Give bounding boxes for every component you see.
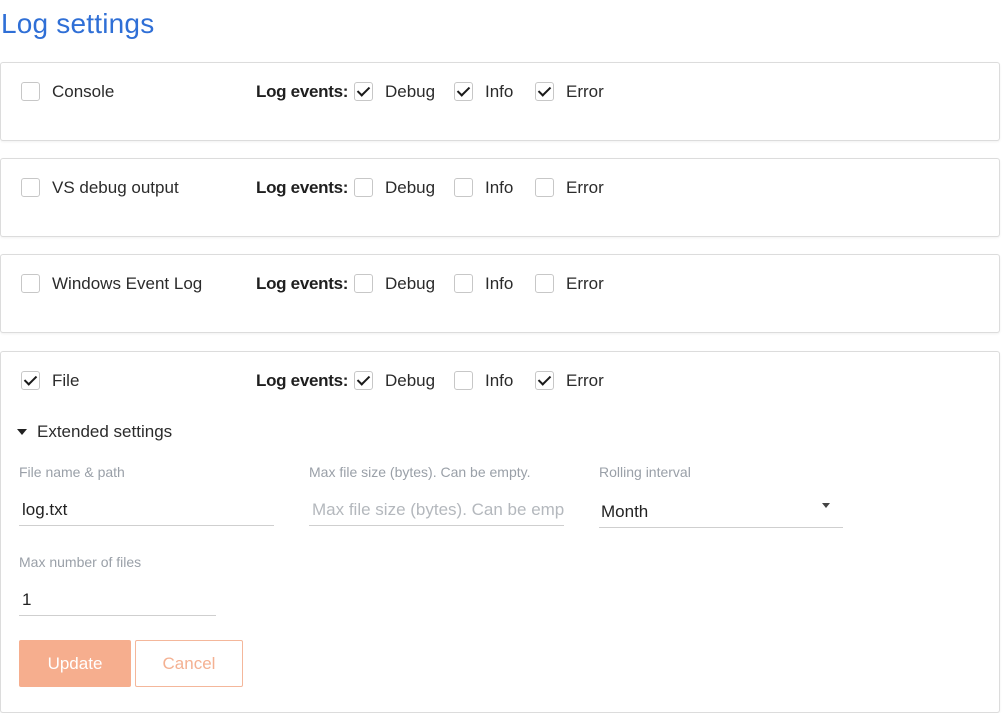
info-label: Info — [485, 82, 514, 101]
sink-row: Windows Event Log Log events: Debug Info… — [19, 272, 999, 296]
sink-row: Console Log events: Debug Info Error — [19, 80, 999, 104]
console-enabled-checkbox[interactable] — [21, 82, 40, 101]
max-file-size-input[interactable] — [309, 494, 564, 526]
vs-debug-info-checkbox[interactable] — [454, 178, 473, 197]
update-button[interactable]: Update — [19, 640, 131, 687]
info-label: Info — [485, 371, 514, 390]
console-error-checkbox[interactable] — [535, 82, 554, 101]
vs-debug-debug-checkbox[interactable] — [354, 178, 373, 197]
windows-event-log-debug-checkbox[interactable] — [354, 274, 373, 293]
file-path-label: File name & path — [19, 464, 125, 480]
vs-debug-enabled-checkbox[interactable] — [21, 178, 40, 197]
log-events-label: Log events: — [256, 274, 349, 293]
error-label: Error — [566, 371, 604, 390]
windows-event-log-enabled-checkbox[interactable] — [21, 274, 40, 293]
file-debug-checkbox[interactable] — [354, 371, 373, 390]
sink-name: File — [52, 371, 80, 390]
file-info-checkbox[interactable] — [454, 371, 473, 390]
rolling-interval-value: Month — [601, 502, 649, 521]
sink-name: Windows Event Log — [52, 274, 203, 293]
extended-settings-label: Extended settings — [37, 422, 173, 441]
sink-card-console: Console Log events: Debug Info Error — [0, 62, 1000, 141]
debug-label: Debug — [385, 274, 436, 293]
windows-event-log-info-checkbox[interactable] — [454, 274, 473, 293]
file-error-checkbox[interactable] — [535, 371, 554, 390]
windows-event-log-error-checkbox[interactable] — [535, 274, 554, 293]
sink-name: Console — [52, 82, 115, 101]
rolling-interval-select[interactable]: Month — [599, 494, 843, 528]
dropdown-arrow-icon — [822, 503, 830, 508]
caret-down-icon — [17, 429, 27, 435]
sink-row: File Log events: Debug Info Error — [19, 369, 999, 393]
max-file-size-label: Max file size (bytes). Can be empty. — [309, 464, 531, 480]
file-enabled-checkbox[interactable] — [21, 371, 40, 390]
info-label: Info — [485, 274, 514, 293]
sink-name: VS debug output — [52, 178, 179, 197]
sink-card-windows-event-log: Windows Event Log Log events: Debug Info… — [0, 254, 1000, 333]
log-events-label: Log events: — [256, 178, 349, 197]
debug-label: Debug — [385, 82, 436, 101]
debug-label: Debug — [385, 178, 436, 197]
sink-card-vs-debug: VS debug output Log events: Debug Info E… — [0, 158, 1000, 237]
console-info-checkbox[interactable] — [454, 82, 473, 101]
sink-row: VS debug output Log events: Debug Info E… — [19, 176, 999, 200]
vs-debug-error-checkbox[interactable] — [535, 178, 554, 197]
error-label: Error — [566, 274, 604, 293]
cancel-button[interactable]: Cancel — [135, 640, 243, 687]
console-debug-checkbox[interactable] — [354, 82, 373, 101]
page-title: Log settings — [1, 8, 155, 39]
rolling-interval-label: Rolling interval — [599, 464, 691, 480]
log-events-label: Log events: — [256, 82, 349, 101]
debug-label: Debug — [385, 371, 436, 390]
sink-card-file: File Log events: Debug Info Error Extend… — [0, 351, 1000, 713]
file-path-input[interactable] — [19, 494, 274, 526]
error-label: Error — [566, 178, 604, 197]
log-events-label: Log events: — [256, 371, 349, 390]
info-label: Info — [485, 178, 514, 197]
error-label: Error — [566, 82, 604, 101]
max-files-input[interactable] — [19, 584, 216, 616]
max-files-label: Max number of files — [19, 554, 142, 570]
